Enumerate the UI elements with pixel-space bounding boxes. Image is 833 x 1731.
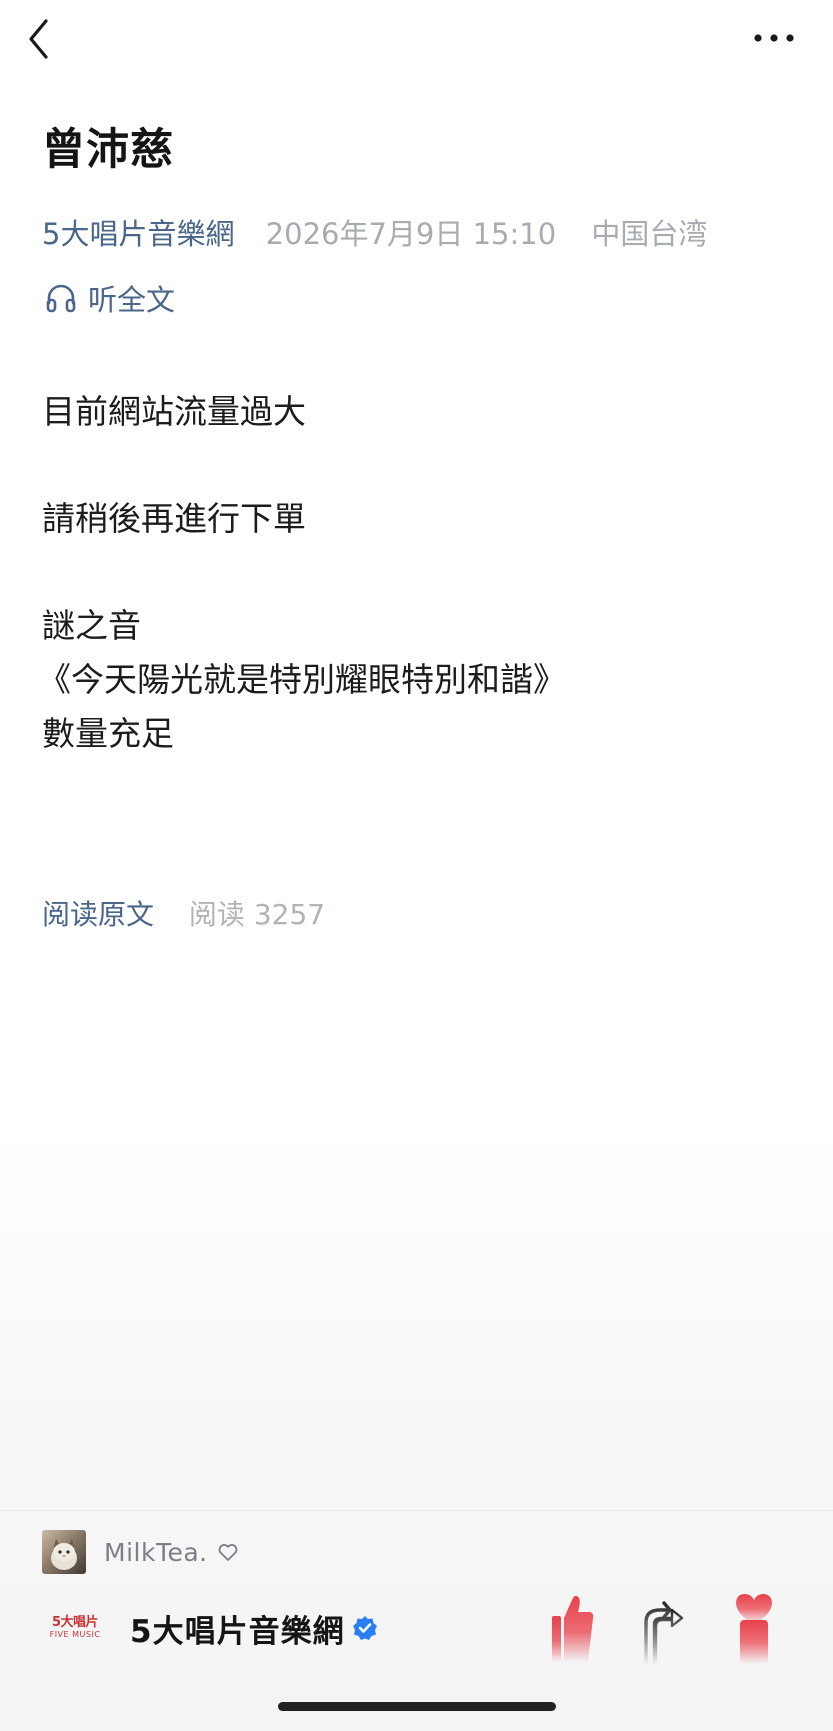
logo-text: 5大唱片	[51, 1615, 99, 1630]
listen-label: 听全文	[88, 283, 176, 317]
read-count: 阅读 3257	[188, 898, 326, 931]
author-bar: 5大唱片 FIVE MUSIC 5大唱片音樂網	[42, 1600, 379, 1656]
body-line: 《今天陽光就是特別耀眼特別和諧》	[38, 660, 566, 699]
more-horizontal-icon[interactable]	[752, 28, 796, 48]
author-logo[interactable]: 5大唱片 FIVE MUSIC	[42, 1608, 108, 1648]
body-line: 請稍後再進行下單	[42, 499, 306, 538]
cat-avatar-icon	[51, 1539, 77, 1570]
publish-location: 中国台湾	[591, 217, 708, 251]
share-arrow-icon[interactable]	[638, 1590, 686, 1666]
chevron-left-icon[interactable]	[26, 18, 54, 60]
body-line: 數量充足	[42, 714, 174, 753]
heart-filled-icon[interactable]	[728, 1590, 780, 1666]
body-line: 謎之音	[42, 606, 141, 645]
current-user-name: MilkTea.	[104, 1537, 208, 1567]
heart-outline-icon[interactable]	[216, 1540, 240, 1564]
verified-badge-icon	[352, 1616, 377, 1640]
article-meta: 5大唱片音樂網 2026年7月9日 15:10 中国台湾	[42, 214, 707, 254]
headphones-icon	[46, 284, 76, 313]
listen-full-text-button[interactable]: 听全文	[44, 278, 175, 318]
read-original-link[interactable]: 阅读原文	[42, 898, 154, 931]
article-footer: 阅读原文 阅读 3257	[42, 895, 325, 935]
page-background	[0, 0, 833, 1731]
thumbs-up-icon[interactable]	[548, 1590, 596, 1666]
top-navigation-bar	[0, 0, 833, 80]
author-name[interactable]: 5大唱片音樂網	[130, 1606, 345, 1651]
logo-subtext: FIVE MUSIC	[49, 1630, 101, 1639]
current-user-row: MilkTea.	[42, 1530, 240, 1574]
article-title: 曾沛慈	[42, 125, 174, 175]
bottom-divider	[0, 1510, 833, 1511]
body-line: 目前網站流量過大	[42, 392, 306, 431]
publish-date: 2026年7月9日 15:10	[265, 217, 557, 251]
author-link[interactable]: 5大唱片音樂網	[42, 217, 234, 251]
home-indicator	[278, 1702, 556, 1711]
avatar[interactable]	[42, 1530, 86, 1574]
